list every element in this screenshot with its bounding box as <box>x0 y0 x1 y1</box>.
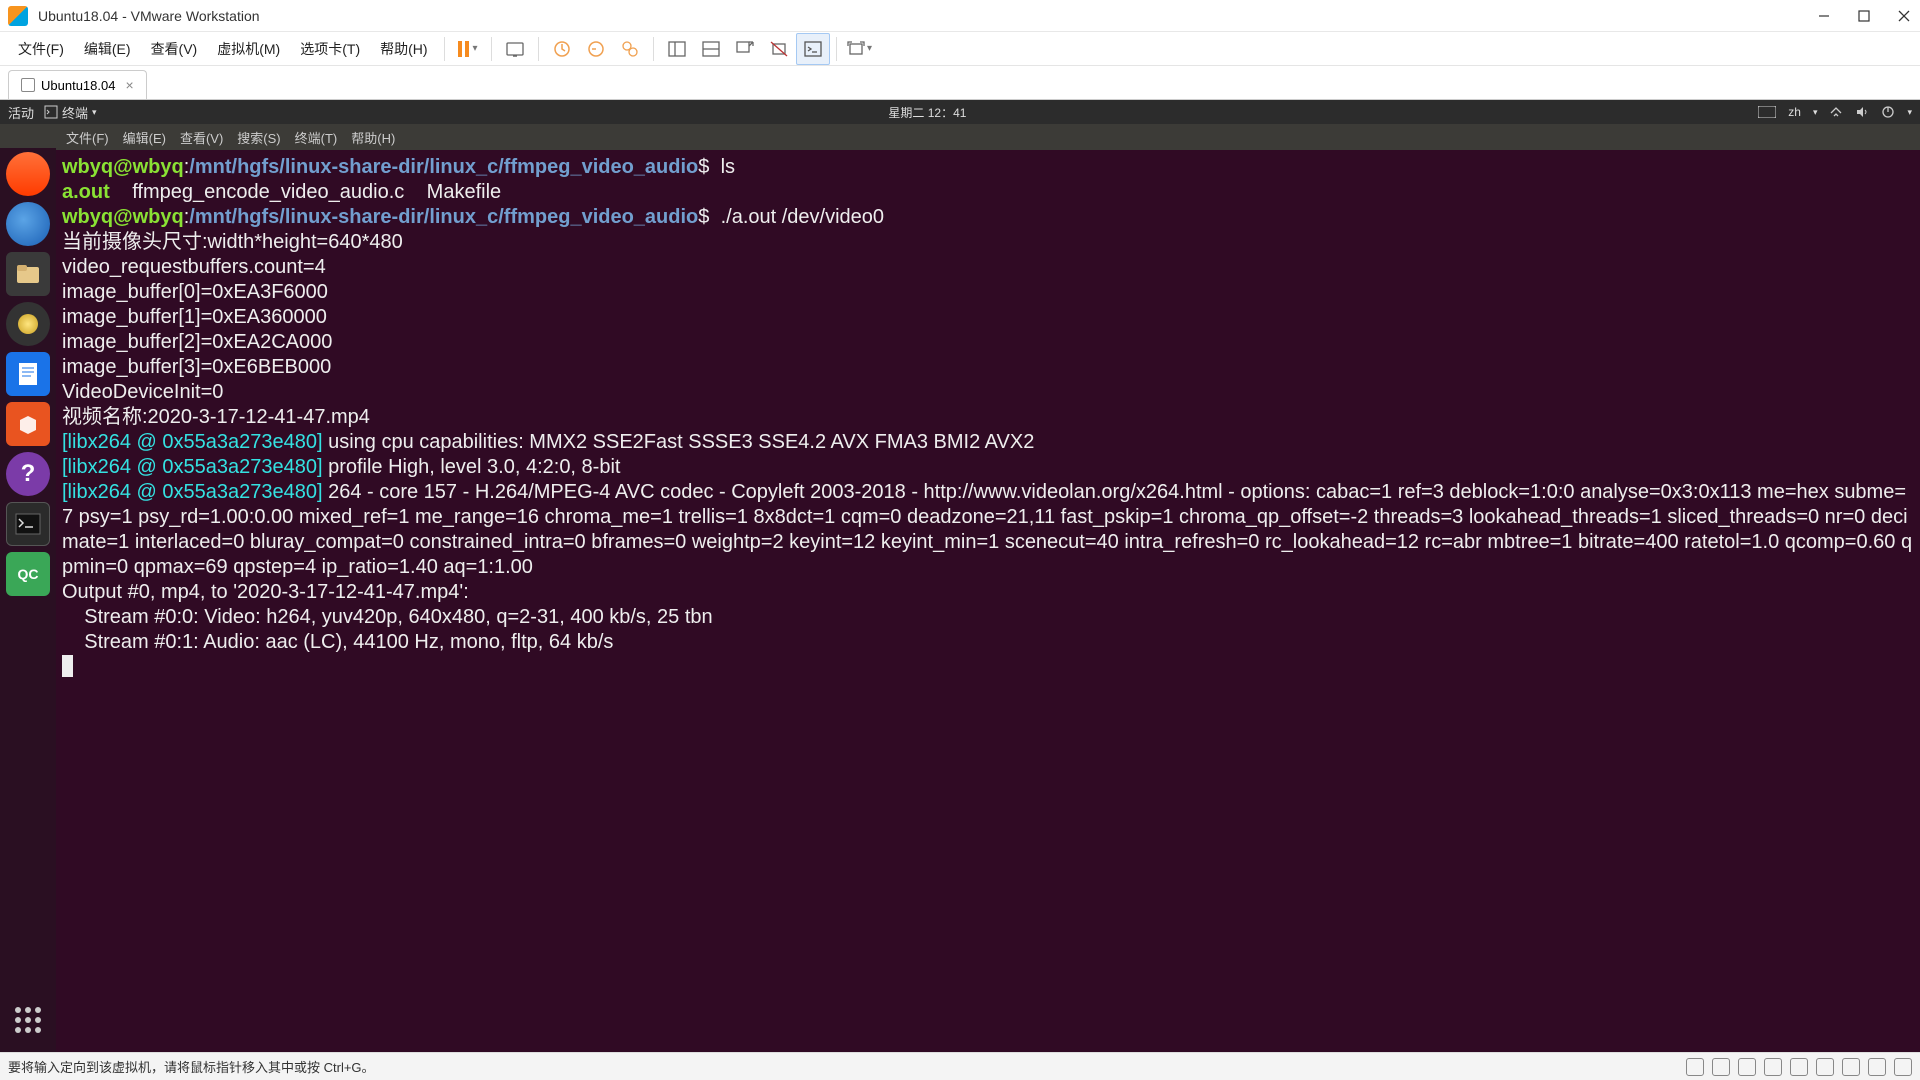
status-hint: 要将输入定向到该虚拟机，请将鼠标指针移入其中或按 Ctrl+G。 <box>8 1057 375 1076</box>
chevron-down-icon: ▾ <box>1907 107 1912 118</box>
network-icon[interactable] <box>1829 105 1843 119</box>
status-printer-icon[interactable] <box>1816 1058 1834 1076</box>
qtcreator-icon[interactable]: QC <box>6 552 50 596</box>
menu-view[interactable]: 查看(V) <box>141 33 208 65</box>
send-ctrl-alt-del-button[interactable] <box>498 33 532 65</box>
terminal-icon <box>44 105 58 119</box>
status-disk-icon[interactable] <box>1686 1058 1704 1076</box>
snapshot-manager-button[interactable] <box>613 33 647 65</box>
status-cd-icon[interactable] <box>1712 1058 1730 1076</box>
files-icon[interactable] <box>6 252 50 296</box>
pause-button[interactable]: ▾ <box>451 33 485 65</box>
menu-vm[interactable]: 虚拟机(M) <box>207 33 290 65</box>
keyboard-icon[interactable] <box>1758 106 1776 118</box>
menu-file[interactable]: 文件(F) <box>8 33 74 65</box>
window-title: Ubuntu18.04 - VMware Workstation <box>38 8 1816 24</box>
guest-display[interactable]: 活动 终端 ▾ 星期二 12：41 zh ▾ ▾ wbyq@wbyq: /mnt… <box>0 100 1920 1052</box>
view-split-button[interactable] <box>694 33 728 65</box>
separator <box>538 37 539 61</box>
language-indicator[interactable]: zh <box>1788 105 1801 119</box>
activities-button[interactable]: 活动 <box>8 103 34 122</box>
status-usb-icon[interactable] <box>1764 1058 1782 1076</box>
volume-icon[interactable] <box>1855 105 1869 119</box>
snapshot-revert-button[interactable] <box>579 33 613 65</box>
term-menu-search[interactable]: 搜索(S) <box>237 128 280 147</box>
status-camera-icon[interactable] <box>1842 1058 1860 1076</box>
menu-tabs[interactable]: 选项卡(T) <box>290 33 370 65</box>
separator <box>836 37 837 61</box>
vmware-titlebar: Ubuntu18.04 - VMware Workstation <box>0 0 1920 32</box>
close-button[interactable] <box>1896 8 1912 24</box>
writer-icon[interactable] <box>6 352 50 396</box>
term-menu-edit[interactable]: 编辑(E) <box>123 128 166 147</box>
clock[interactable]: 星期二 12：41 <box>97 104 1759 121</box>
terminal-dock-icon[interactable] <box>6 502 50 546</box>
vmware-tabrow: Ubuntu18.04 × <box>0 66 1920 100</box>
vm-tab[interactable]: Ubuntu18.04 × <box>8 70 147 99</box>
menu-help[interactable]: 帮助(H) <box>370 33 437 65</box>
terminal-app-indicator[interactable]: 终端 ▾ <box>44 103 97 122</box>
status-message-icon[interactable] <box>1894 1058 1912 1076</box>
chevron-down-icon: ▾ <box>1813 107 1818 118</box>
view-single-button[interactable] <box>660 33 694 65</box>
software-icon[interactable] <box>6 402 50 446</box>
separator <box>653 37 654 61</box>
power-icon[interactable] <box>1881 105 1895 119</box>
ubuntu-topbar: 活动 终端 ▾ 星期二 12：41 zh ▾ ▾ <box>0 100 1920 124</box>
terminal-menubar: 文件(F) 编辑(E) 查看(V) 搜索(S) 终端(T) 帮助(H) <box>56 124 1920 150</box>
rhythmbox-icon[interactable] <box>6 302 50 346</box>
separator <box>444 37 445 61</box>
menu-edit[interactable]: 编辑(E) <box>74 33 141 65</box>
maximize-button[interactable] <box>1856 8 1872 24</box>
unity-button[interactable] <box>728 33 762 65</box>
vm-tab-close-button[interactable]: × <box>125 77 133 93</box>
term-menu-file[interactable]: 文件(F) <box>66 128 109 147</box>
fullscreen-button[interactable]: ▾ <box>843 33 877 65</box>
snapshot-button[interactable] <box>545 33 579 65</box>
term-menu-help[interactable]: 帮助(H) <box>351 128 395 147</box>
vmware-statusbar: 要将输入定向到该虚拟机，请将鼠标指针移入其中或按 Ctrl+G。 <box>0 1052 1920 1080</box>
separator <box>491 37 492 61</box>
vm-tab-label: Ubuntu18.04 <box>41 78 115 93</box>
terminal-output[interactable]: wbyq@wbyq:/mnt/hgfs/linux-share-dir/linu… <box>56 150 1920 1052</box>
vmware-logo-icon <box>8 6 28 26</box>
status-display-icon[interactable] <box>1868 1058 1886 1076</box>
help-icon[interactable]: ? <box>6 452 50 496</box>
status-sound-icon[interactable] <box>1790 1058 1808 1076</box>
show-apps-button[interactable] <box>6 998 50 1042</box>
status-network-icon[interactable] <box>1738 1058 1756 1076</box>
terminal-window: 文件(F) 编辑(E) 查看(V) 搜索(S) 终端(T) 帮助(H) wbyq… <box>56 124 1920 1052</box>
ubuntu-dock: ? QC <box>0 148 56 1052</box>
minimize-button[interactable] <box>1816 8 1832 24</box>
term-menu-terminal[interactable]: 终端(T) <box>295 128 338 147</box>
terminal-cursor <box>62 655 73 677</box>
vmware-menubar: 文件(F) 编辑(E) 查看(V) 虚拟机(M) 选项卡(T) 帮助(H) ▾ … <box>0 32 1920 66</box>
term-menu-view[interactable]: 查看(V) <box>180 128 223 147</box>
fullscreen-exit-button[interactable] <box>762 33 796 65</box>
thunderbird-icon[interactable] <box>6 202 50 246</box>
vm-tab-icon <box>21 78 35 92</box>
console-button[interactable] <box>796 33 830 65</box>
firefox-icon[interactable] <box>6 152 50 196</box>
